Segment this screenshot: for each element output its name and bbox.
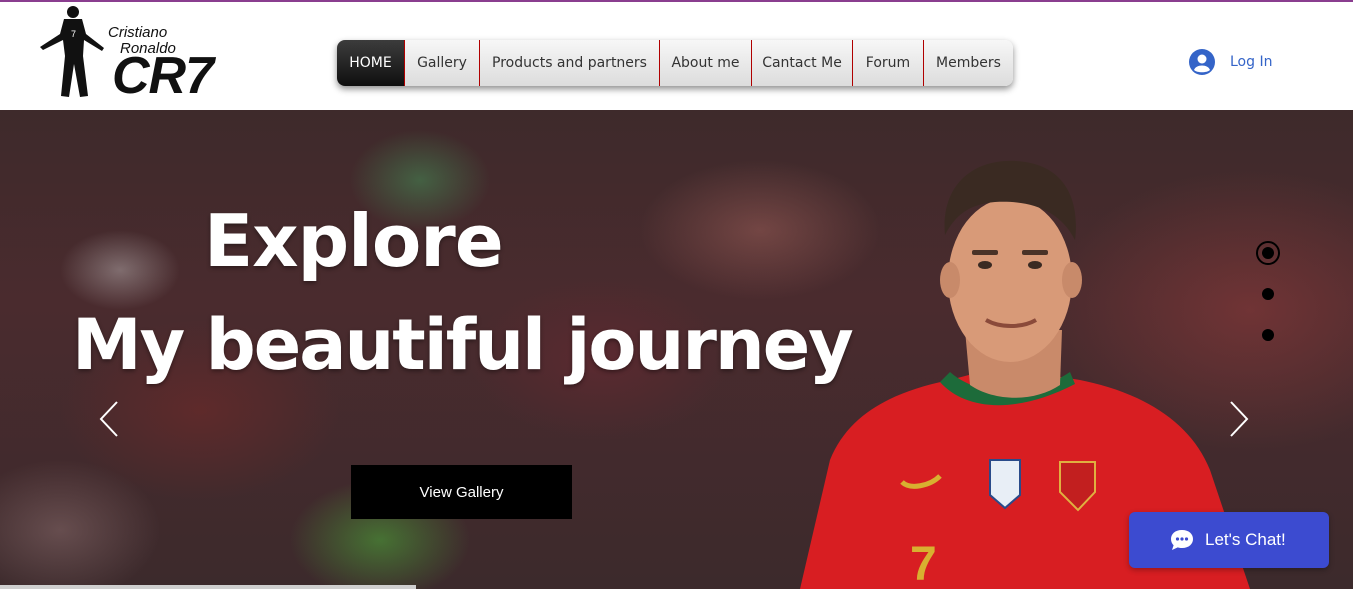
slide-progress-bar [0, 585, 416, 589]
login-button[interactable]: Log In [1188, 47, 1272, 77]
view-gallery-button[interactable]: View Gallery [351, 465, 572, 519]
svg-text:7: 7 [71, 29, 76, 39]
nav-item-about[interactable]: About me [660, 40, 752, 86]
slide-dot-2[interactable] [1262, 288, 1274, 300]
chat-label: Let's Chat! [1205, 530, 1286, 549]
hero-title-line1: Explore [204, 199, 504, 283]
login-label: Log In [1230, 54, 1273, 70]
slide-dot-3[interactable] [1262, 329, 1274, 341]
nav-item-members[interactable]: Members [924, 40, 1013, 86]
nav-item-gallery[interactable]: Gallery [405, 40, 480, 86]
svg-text:7: 7 [910, 538, 937, 589]
nav-item-contact[interactable]: Cantact Me [752, 40, 853, 86]
nav-item-forum[interactable]: Forum [853, 40, 924, 86]
player-silhouette-icon: 7 [40, 6, 104, 97]
nav-item-products[interactable]: Products and partners [480, 40, 660, 86]
main-nav: HOME Gallery Products and partners About… [337, 40, 1013, 86]
logo-mark: CR7 [112, 47, 214, 105]
nav-item-home[interactable]: HOME [337, 40, 405, 86]
hero-title-line2: My beautiful journey [72, 304, 854, 386]
user-avatar-icon [1189, 49, 1215, 75]
logo-first-name: Cristiano [108, 24, 168, 41]
chevron-right-icon[interactable] [1228, 400, 1250, 438]
lets-chat-button[interactable]: Let's Chat! [1129, 512, 1329, 568]
cr7-logo[interactable]: 7 Cristiano Ronaldo CR7 [36, 4, 246, 104]
site-header: 7 Cristiano Ronaldo CR7 HOME Gallery Pro… [0, 2, 1353, 110]
chevron-left-icon[interactable] [98, 400, 120, 438]
slide-dot-1[interactable] [1256, 241, 1280, 265]
chat-bubble-icon [1171, 530, 1193, 550]
